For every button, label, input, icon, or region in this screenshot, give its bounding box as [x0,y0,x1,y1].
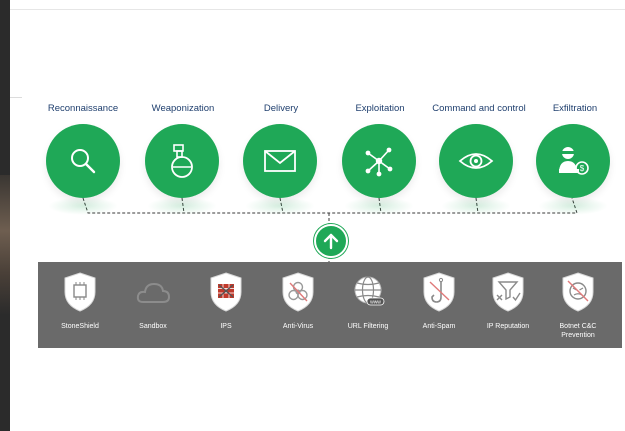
tool-label-anti-virus: Anti-Virus [282,323,314,330]
thief-icon: $ [559,147,589,175]
stage-connector-lines [82,197,578,262]
eye-icon [458,153,494,169]
security-tools-panel: StoneShield Sandbox IPS Anti-Virus www U… [38,262,622,348]
tool-stoneshield: StoneShield [40,262,120,348]
tool-anti-virus: Anti-Virus [258,262,338,348]
tool-label-url-filtering: URL Filtering [347,323,389,330]
tool-ips: IPS [186,262,266,348]
svg-text:$: $ [580,164,585,173]
svg-text:www: www [370,300,381,306]
botnet-face-icon [562,272,594,312]
tool-label-ips: IPS [220,323,232,330]
filter-icon [492,272,524,312]
cloud-icon [136,282,170,303]
stage-label-exploitation: Exploitation [355,103,405,114]
tool-label-ip-reputation: IP Reputation [486,323,530,330]
firewall-icon [210,272,242,312]
tool-label-botnet-cc-prevention: Botnet C&C Prevention [559,323,597,339]
tool-label-anti-spam: Anti-Spam [422,323,456,330]
stage-label-exfiltration: Exfiltration [552,103,598,114]
magnifier-icon [71,149,96,174]
tool-label-sandbox: Sandbox [139,323,167,330]
stage-label-command-and-control: Command and control [432,103,526,114]
arrow-up-button [314,224,348,258]
stage-circle-delivery [243,124,317,198]
envelope-icon [264,150,296,172]
tool-url-filtering: www URL Filtering [328,262,408,348]
side-divider [10,97,22,98]
stage-label-delivery: Delivery [263,103,299,114]
tool-sandbox: Sandbox [113,262,193,348]
tool-botnet-cc-prevention: Botnet C&C Prevention [538,262,618,348]
stage-circle-reconnaissance [46,124,120,198]
stage-circle-weaponization [145,124,219,198]
stage-circle-command-and-control [439,124,513,198]
background-strip [0,0,10,431]
shield-chip-icon [64,272,96,312]
stage-circle-exploitation [342,124,416,198]
biohazard-icon [282,272,314,312]
stage-label-reconnaissance: Reconnaissance [47,103,119,114]
arrow-up-icon [323,233,339,250]
tool-label-stoneshield: StoneShield [61,323,99,330]
stage-label-weaponization: Weaponization [151,103,215,114]
globe-www-icon: www [354,276,385,306]
flask-icon [171,144,193,178]
top-divider [10,9,625,10]
stage-circle-exfiltration: $ [536,124,610,198]
tool-anti-spam: Anti-Spam [399,262,479,348]
network-icon [365,147,393,177]
tool-ip-reputation: IP Reputation [468,262,548,348]
hook-icon [423,272,455,312]
